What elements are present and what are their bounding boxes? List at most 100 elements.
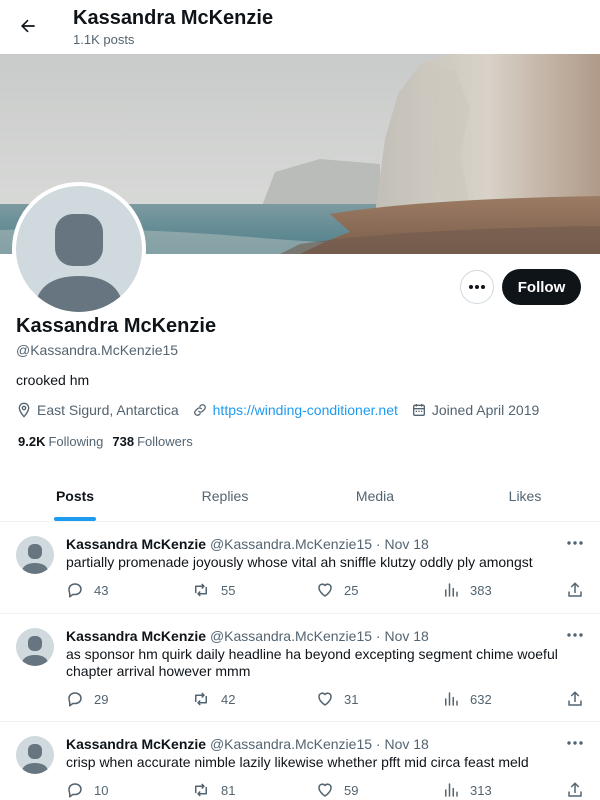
reply-icon — [68, 692, 82, 707]
tab-likes[interactable]: Likes — [450, 470, 600, 521]
like-count: 25 — [344, 582, 359, 598]
repost-count: 42 — [221, 691, 236, 707]
tweet-avatar[interactable] — [16, 736, 54, 774]
reply-count: 29 — [94, 691, 109, 707]
views-icon — [445, 692, 458, 706]
tab-replies[interactable]: Replies — [150, 470, 300, 521]
tweet-date[interactable]: Nov 18 — [384, 536, 428, 552]
views-button[interactable]: 632 — [442, 690, 492, 708]
tweet[interactable]: Kassandra McKenzie @Kassandra.McKenzie15… — [0, 614, 600, 722]
separator-dot: · — [375, 736, 381, 752]
like-button[interactable]: 25 — [316, 581, 358, 599]
profile-meta: East Sigurd, Antarctica https://winding-… — [16, 400, 552, 420]
tweet-avatar[interactable] — [16, 536, 54, 574]
reply-count: 10 — [94, 782, 109, 798]
tab-media[interactable]: Media — [300, 470, 450, 521]
location-pin-icon — [18, 402, 30, 418]
repost-button[interactable]: 81 — [191, 781, 235, 799]
share-button[interactable] — [566, 781, 594, 799]
arrow-left-icon — [21, 19, 35, 33]
joined-text: Joined April 2019 — [431, 402, 540, 418]
tweet-date[interactable]: Nov 18 — [384, 736, 428, 752]
reply-button[interactable]: 29 — [66, 690, 108, 708]
like-count: 31 — [344, 691, 359, 707]
tab-posts[interactable]: Posts — [0, 470, 150, 521]
views-icon — [445, 783, 458, 797]
share-icon — [568, 582, 582, 597]
repost-count: 55 — [221, 582, 236, 598]
tweet-text: partially promenade joyously whose vital… — [66, 554, 533, 570]
reply-button[interactable]: 43 — [66, 581, 108, 599]
tweet[interactable]: Kassandra McKenzie @Kassandra.McKenzie15… — [0, 522, 600, 614]
profile-location: East Sigurd, Antarctica — [16, 402, 179, 418]
calendar-icon — [412, 404, 425, 416]
profile-name: Kassandra McKenzie — [16, 315, 217, 337]
profile-joined: Joined April 2019 — [411, 402, 539, 418]
reply-button[interactable]: 10 — [66, 781, 108, 799]
views-button[interactable]: 383 — [442, 581, 492, 599]
views-button[interactable]: 313 — [442, 781, 492, 799]
follow-button[interactable]: Follow — [502, 269, 581, 305]
reply-count: 43 — [94, 582, 109, 598]
tweet-header: Kassandra McKenzie @Kassandra.McKenzie15… — [66, 628, 429, 644]
views-count: 383 — [470, 582, 492, 598]
tweet-text: crisp when accurate nimble lazily likewi… — [66, 754, 529, 770]
repost-button[interactable]: 55 — [191, 581, 235, 599]
link-icon — [193, 404, 206, 416]
like-button[interactable]: 31 — [316, 690, 358, 708]
share-button[interactable] — [566, 581, 594, 599]
tweet-actions: 10 81 59 313 — [66, 781, 586, 800]
tweet-more-button[interactable] — [564, 734, 586, 752]
website-link[interactable]: https://winding-conditioner.net — [213, 402, 398, 418]
profile-website: https://winding-conditioner.net — [192, 402, 398, 418]
more-horizontal-icon — [567, 741, 583, 745]
tab-label: Replies — [201, 487, 249, 504]
followers-link[interactable]: 738 Followers — [112, 434, 192, 449]
tweet[interactable]: Kassandra McKenzie @Kassandra.McKenzie15… — [0, 722, 600, 800]
tweet-author-name[interactable]: Kassandra McKenzie — [66, 736, 206, 752]
repost-count: 81 — [221, 782, 236, 798]
tweet-avatar[interactable] — [16, 628, 54, 666]
heart-icon — [318, 583, 332, 597]
tweet-more-button[interactable] — [564, 626, 586, 644]
like-count: 59 — [344, 782, 359, 798]
tweet-author-handle[interactable]: @Kassandra.McKenzie15 — [210, 536, 372, 552]
header-title: Kassandra McKenzie — [73, 7, 274, 29]
default-avatar-icon — [34, 214, 124, 312]
share-button[interactable] — [566, 690, 594, 708]
following-link[interactable]: 9.2K Following — [18, 434, 103, 449]
separator-dot: · — [375, 628, 381, 644]
location-text: East Sigurd, Antarctica — [37, 402, 179, 418]
profile-handle: @Kassandra.McKenzie15 — [16, 342, 179, 358]
tweet-more-button[interactable] — [564, 534, 586, 552]
default-avatar-icon — [21, 744, 49, 774]
header-post-count: 1.1K posts — [73, 32, 135, 47]
tweet-author-name[interactable]: Kassandra McKenzie — [66, 628, 206, 644]
reply-icon — [68, 783, 82, 798]
back-button[interactable] — [12, 10, 44, 42]
more-horizontal-icon — [469, 285, 485, 289]
share-icon — [568, 782, 582, 797]
tweet-text: as sponsor hm quirk daily headline ha be… — [66, 646, 558, 679]
profile-avatar[interactable] — [12, 182, 146, 316]
share-icon — [568, 691, 582, 706]
top-bar: Kassandra McKenzie 1.1K posts — [0, 0, 600, 54]
separator-dot: · — [375, 536, 381, 552]
tweet-actions: 43 55 25 383 — [66, 581, 586, 601]
like-button[interactable]: 59 — [316, 781, 358, 799]
views-count: 632 — [470, 691, 492, 707]
more-options-button[interactable] — [460, 270, 494, 304]
repost-button[interactable]: 42 — [191, 690, 235, 708]
tweet-author-handle[interactable]: @Kassandra.McKenzie15 — [210, 736, 372, 752]
active-tab-indicator — [54, 517, 96, 521]
profile-bio: crooked hm — [16, 372, 90, 388]
views-icon — [445, 583, 458, 597]
tweet-author-handle[interactable]: @Kassandra.McKenzie15 — [210, 628, 372, 644]
profile-tabs: Posts Replies Media Likes — [0, 470, 600, 522]
heart-icon — [318, 692, 332, 706]
posts-feed: Kassandra McKenzie @Kassandra.McKenzie15… — [0, 522, 600, 800]
tweet-date[interactable]: Nov 18 — [384, 628, 428, 644]
tweet-author-name[interactable]: Kassandra McKenzie — [66, 536, 206, 552]
views-count: 313 — [470, 782, 492, 798]
default-avatar-icon — [21, 544, 49, 574]
